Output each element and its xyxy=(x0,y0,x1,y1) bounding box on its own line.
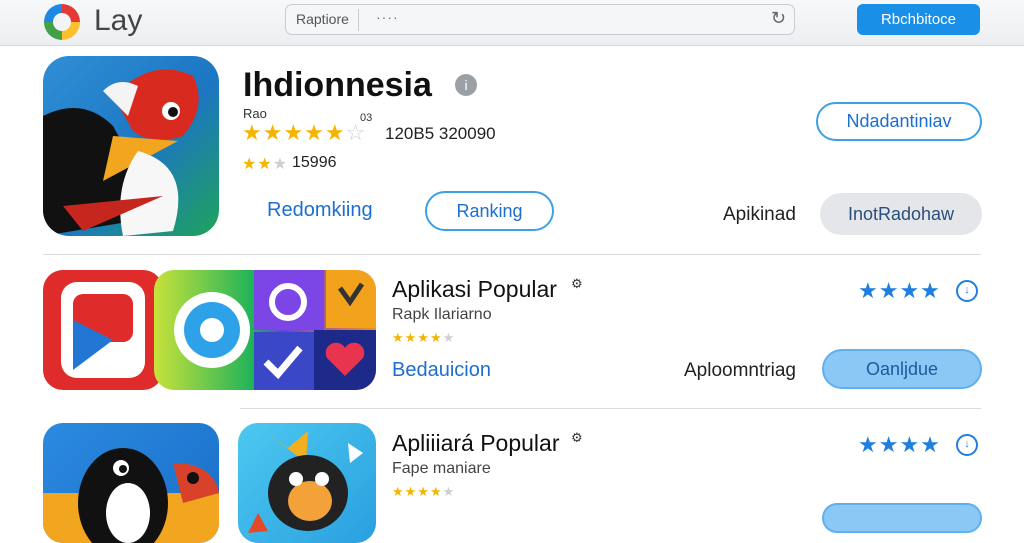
row1-get-button[interactable]: Oanljdue xyxy=(822,349,982,389)
download-icon[interactable]: ↓ xyxy=(956,434,978,456)
info-icon[interactable]: i xyxy=(455,74,477,96)
reload-icon[interactable]: ↻ xyxy=(771,8,786,29)
row1-link[interactable]: Bedauicion xyxy=(392,359,491,382)
ranking-button[interactable]: Ranking xyxy=(425,191,554,231)
download-icon[interactable]: ↓ xyxy=(956,280,978,302)
featured-stars: ★★★★★☆ xyxy=(242,120,367,145)
featured-label: Rao xyxy=(243,106,267,121)
featured-sub-stars: ★★★ xyxy=(242,156,289,173)
featured-app-icon[interactable] xyxy=(43,56,219,236)
featured-side-label: Apikinad xyxy=(723,204,796,225)
row2-stars: ★★★★★ xyxy=(392,484,456,499)
search-field[interactable]: Raptiore ···· ↻ xyxy=(285,4,795,35)
featured-rating-count: 120B5 320090 xyxy=(385,124,496,143)
top-action-button[interactable]: Rbchbitoce xyxy=(857,4,980,35)
row1-title: Aplikasi Popular xyxy=(392,276,557,302)
featured-secondary-button[interactable]: InotRadohaw xyxy=(820,193,982,235)
app-tile-character[interactable] xyxy=(238,423,376,543)
row-divider xyxy=(240,408,981,409)
row1-side-label: Aploomntriag xyxy=(684,360,796,381)
featured-primary-button[interactable]: Ndadantiniav xyxy=(816,102,982,141)
search-input[interactable]: ···· xyxy=(376,9,399,25)
section-divider xyxy=(43,254,981,255)
app-tile-red[interactable] xyxy=(43,270,163,390)
row2-rating-stars: ★★★★ xyxy=(858,432,941,457)
app-title: Lay xyxy=(94,4,143,37)
row1-stars: ★★★★★ xyxy=(392,330,456,345)
search-divider xyxy=(358,9,359,31)
gear-icon: ⚙ xyxy=(571,276,583,291)
top-bar: Lay Raptiore ···· ↻ Rbchbitoce xyxy=(0,0,1024,46)
featured-link[interactable]: Redomkiing xyxy=(267,199,373,222)
featured-sub-count: 15996 xyxy=(292,154,337,171)
featured-app-title: Ihdionnesia xyxy=(243,66,432,104)
app-tile-collage[interactable] xyxy=(154,270,376,390)
app-logo-icon xyxy=(44,4,80,40)
row1-subtitle: Rapk Ilariarno xyxy=(392,306,492,323)
row2-get-button[interactable] xyxy=(822,503,982,533)
gear-icon: ⚙ xyxy=(571,430,583,445)
search-tag: Raptiore xyxy=(296,11,349,27)
row1-rating-stars: ★★★★ xyxy=(858,278,941,303)
app-tile-penguin[interactable] xyxy=(43,423,219,543)
row2-title: Apliiiará Popular xyxy=(392,430,560,456)
row2-subtitle: Fape maniare xyxy=(392,460,491,477)
